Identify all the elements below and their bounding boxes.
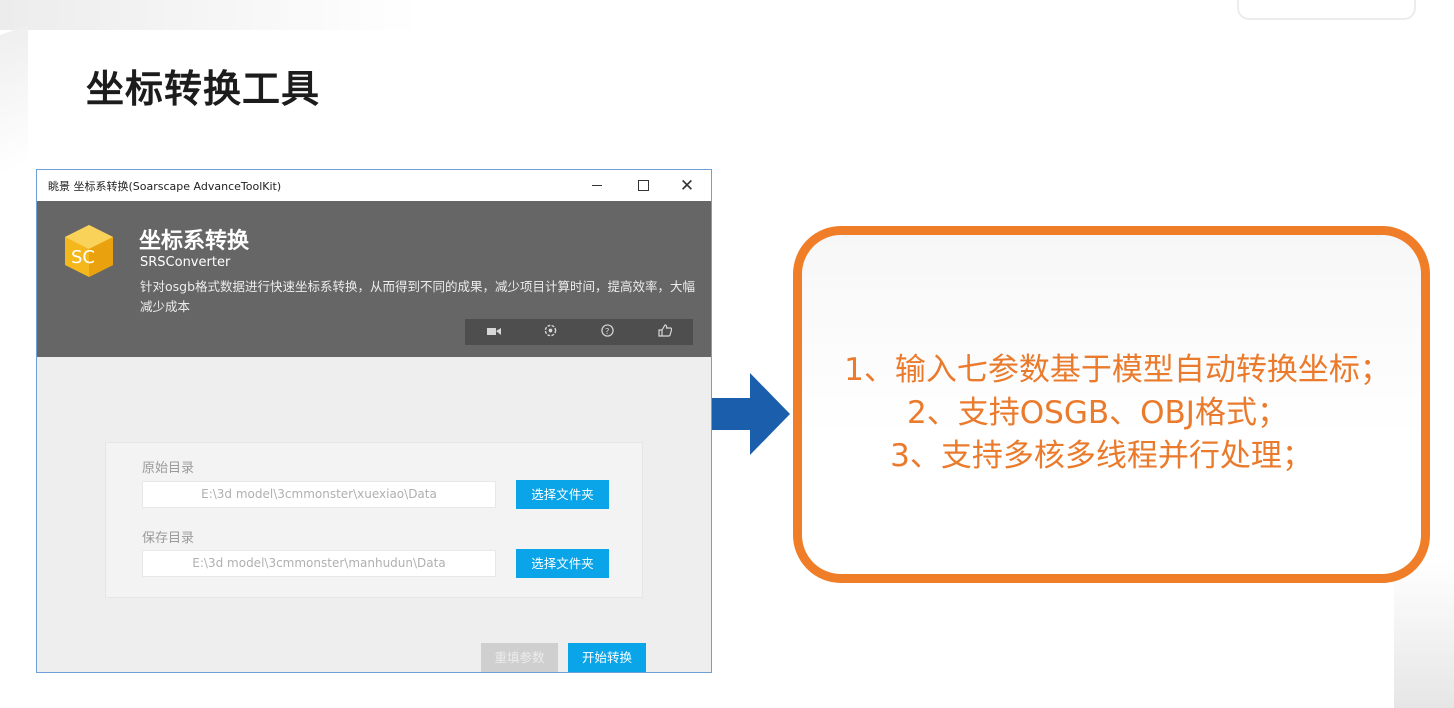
- form-panel: 原始目录 E:\3d model\3cmmonster\xuexiao\Data…: [105, 442, 643, 598]
- feature-item: 1、输入七参数基于模型自动转换坐标；: [844, 352, 1391, 388]
- close-button[interactable]: ✕: [665, 170, 709, 201]
- feature-item: 3、支持多核多线程并行处理；: [890, 438, 1313, 474]
- watermark-logo: [1237, 0, 1416, 20]
- minimize-icon: [592, 184, 602, 187]
- logo-text: SC: [71, 247, 95, 268]
- close-icon: ✕: [679, 175, 695, 196]
- reset-params-button[interactable]: 重填参数: [481, 643, 558, 672]
- app-description: 针对osgb格式数据进行快速坐标系转换，从而得到不同的成果，减少项目计算时间，提…: [140, 279, 696, 314]
- maximize-icon: [637, 180, 649, 191]
- source-dir-input[interactable]: E:\3d model\3cmmonster\xuexiao\Data: [142, 481, 496, 508]
- save-dir-label: 保存目录: [142, 531, 195, 546]
- source-dir-label: 原始目录: [142, 461, 195, 476]
- window-title-bar[interactable]: 眺景 坐标系转换(Soarscape AdvanceToolKit) ✕: [37, 170, 711, 201]
- feature-callout: 1、输入七参数基于模型自动转换坐标； 2、支持OSGB、OBJ格式； 3、支持多…: [793, 226, 1430, 583]
- background-decoration: [1394, 560, 1454, 708]
- start-convert-button[interactable]: 开始转换: [568, 643, 646, 672]
- video-icon[interactable]: [482, 325, 506, 339]
- like-icon[interactable]: [653, 324, 677, 340]
- feature-item: 2、支持OSGB、OBJ格式；: [907, 395, 1288, 431]
- settings-icon[interactable]: [539, 324, 563, 340]
- svg-text:?: ?: [605, 326, 609, 336]
- app-window: 眺景 坐标系转换(Soarscape AdvanceToolKit) ✕ SC …: [36, 169, 712, 673]
- toolbar: ?: [465, 319, 693, 345]
- app-subtitle: SRSConverter: [140, 255, 231, 270]
- minimize-button[interactable]: [575, 170, 619, 201]
- save-dir-input[interactable]: E:\3d model\3cmmonster\manhudun\Data: [142, 550, 496, 577]
- help-icon[interactable]: ?: [596, 324, 620, 340]
- slide-title: 坐标转换工具: [86, 67, 321, 111]
- source-select-folder-button[interactable]: 选择文件夹: [516, 480, 609, 509]
- app-header: SC 坐标系转换 SRSConverter 针对osgb格式数据进行快速坐标系转…: [37, 201, 711, 357]
- feature-list: 1、输入七参数基于模型自动转换坐标； 2、支持OSGB、OBJ格式； 3、支持多…: [802, 349, 1421, 478]
- background-decoration: [0, 24, 28, 176]
- app-title: 坐标系转换: [139, 229, 250, 254]
- window-title: 眺景 坐标系转换(Soarscape AdvanceToolKit): [48, 179, 282, 193]
- maximize-button[interactable]: [621, 170, 665, 201]
- app-logo: SC: [65, 225, 113, 277]
- save-select-folder-button[interactable]: 选择文件夹: [516, 549, 609, 578]
- background-decoration: [0, 0, 420, 30]
